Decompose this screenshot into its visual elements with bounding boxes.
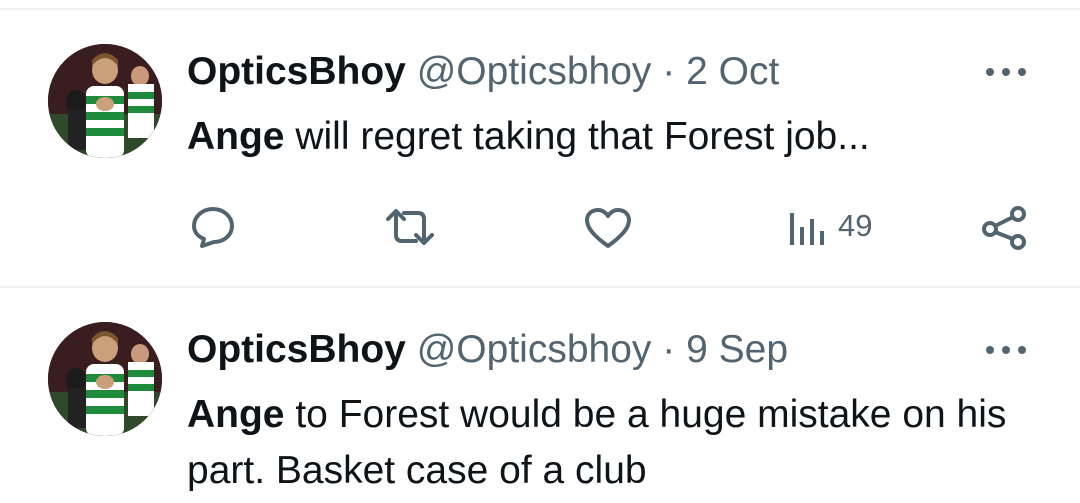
tweet-text: Ange will regret taking that Forest job.… [187,109,1047,165]
retweet-icon [386,209,434,245]
tweet-text-rest: will regret taking that Forest job... [284,115,870,158]
author-handle[interactable]: @Opticsbhoy [417,50,652,93]
tweet-text-rest: to Forest would be a huge mistake on his… [187,393,1007,492]
more-horizontal-icon[interactable] [984,62,1028,82]
more-horizontal-icon[interactable] [984,340,1028,360]
top-divider [0,8,1080,10]
tweet-header: OpticsBhoy @Opticsbhoy · 9 Sep [187,327,788,373]
tweet-actions: 49 [0,203,1080,253]
separator: · [662,328,676,371]
tweet-text: Ange to Forest would be a huge mistake o… [187,387,1047,499]
retweet-button[interactable] [384,207,436,247]
tweet-date[interactable]: 2 Oct [686,50,779,93]
tweet-divider [0,286,1080,288]
separator: · [662,50,676,93]
author-name[interactable]: OpticsBhoy [187,328,406,371]
heart-icon [585,208,631,248]
tweet-date[interactable]: 9 Sep [686,328,788,371]
tweet-header: OpticsBhoy @Opticsbhoy · 2 Oct [187,49,779,95]
reply-icon [192,207,234,248]
views-button[interactable]: 49 [788,205,872,247]
avatar[interactable] [48,322,162,436]
share-icon [982,206,1026,250]
avatar[interactable] [48,44,162,158]
author-name[interactable]: OpticsBhoy [187,50,406,93]
views-count: 49 [838,208,873,243]
reply-button[interactable] [190,205,236,249]
tweet-text-bold: Ange [187,393,285,436]
like-button[interactable] [584,207,632,249]
tweet-text-bold: Ange [187,115,285,158]
share-button[interactable] [980,205,1028,251]
views-icon [790,213,824,245]
author-handle[interactable]: @Opticsbhoy [417,328,652,371]
